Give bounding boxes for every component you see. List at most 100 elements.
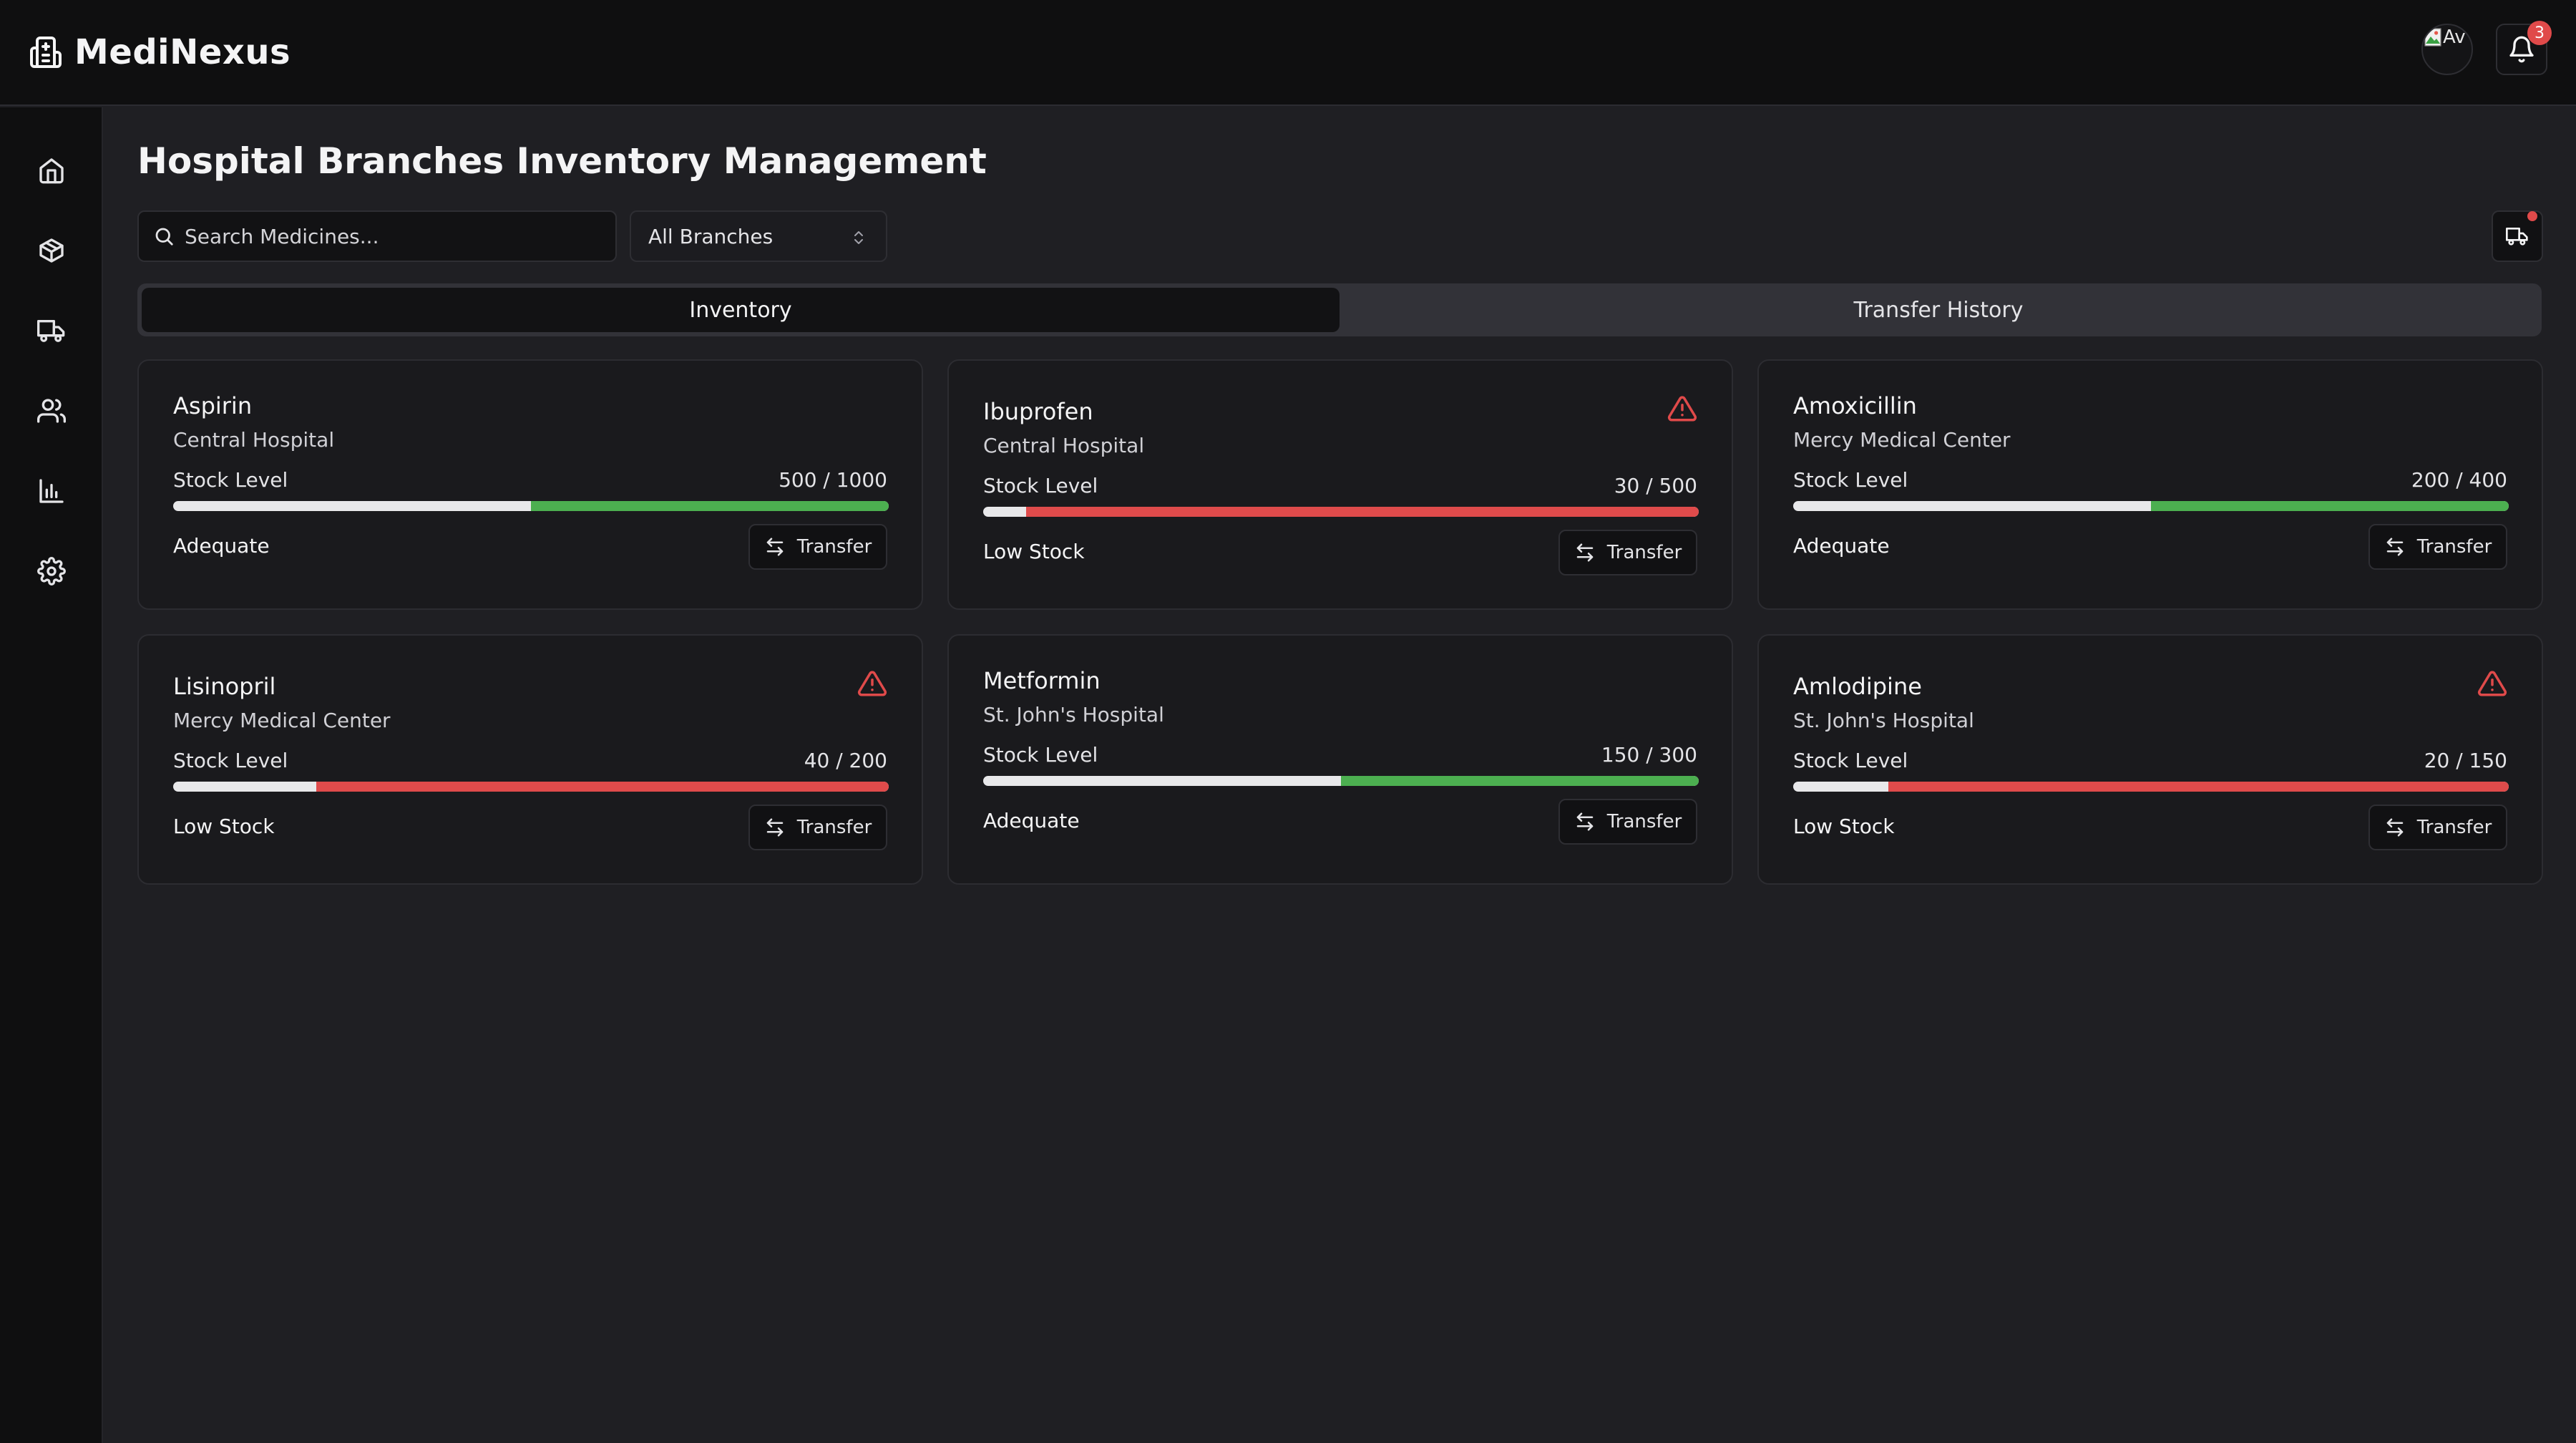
- search-box[interactable]: [137, 210, 617, 262]
- truck-icon: [37, 320, 65, 342]
- transfer-button-label: Transfer: [1606, 542, 1682, 563]
- stock-progress-fill: [2151, 501, 2509, 511]
- stock-level-label: Stock Level: [1793, 749, 1908, 772]
- alert-triangle-icon: [1667, 396, 1697, 422]
- avatar[interactable]: Av: [2421, 24, 2473, 75]
- medicine-name: Amlodipine: [1793, 673, 1922, 700]
- transfer-button[interactable]: Transfer: [1558, 530, 1697, 575]
- stock-progress-fill: [1341, 776, 1699, 786]
- stock-level-value: 500 / 1000: [779, 468, 887, 492]
- sidebar-item-transfers[interactable]: [30, 309, 73, 352]
- stock-progress-bar: [983, 776, 1699, 786]
- broken-image-icon: [2424, 28, 2441, 47]
- alert-triangle-icon: [2477, 671, 2507, 696]
- stock-progress-bar: [1793, 782, 2509, 792]
- stock-status: Adequate: [1793, 534, 1890, 558]
- transfer-button[interactable]: Transfer: [2368, 805, 2507, 850]
- stock-level-value: 40 / 200: [804, 749, 887, 772]
- chevrons-up-down-icon: [854, 231, 863, 244]
- arrow-left-right-icon: [766, 538, 783, 556]
- notifications-button[interactable]: 3: [2496, 21, 2552, 75]
- avatar-alt-text: Av: [2443, 26, 2466, 48]
- top-bar: MediNexus Av 3: [0, 0, 2576, 106]
- stock-progress-fill: [316, 782, 889, 792]
- transfer-button[interactable]: Transfer: [1558, 799, 1697, 845]
- stock-level-value: 150 / 300: [1601, 743, 1697, 767]
- stock-progress-bar: [173, 782, 889, 792]
- arrow-left-right-icon: [1576, 543, 1593, 562]
- branch-name: Central Hospital: [173, 428, 335, 452]
- stock-progress-bar: [173, 501, 889, 511]
- brand[interactable]: MediNexus: [29, 32, 291, 72]
- sidebar-item-users[interactable]: [30, 389, 73, 432]
- branch-name: Mercy Medical Center: [173, 709, 391, 732]
- branch-name: Mercy Medical Center: [1793, 428, 2011, 452]
- truck-icon: [2506, 228, 2528, 246]
- transfer-button-label: Transfer: [2416, 817, 2492, 838]
- arrow-left-right-icon: [1576, 812, 1593, 831]
- stock-level-label: Stock Level: [173, 468, 288, 492]
- arrow-left-right-icon: [766, 818, 783, 837]
- stock-status: Low Stock: [1793, 815, 1895, 838]
- branch-name: St. John's Hospital: [1793, 709, 1974, 732]
- stock-level-value: 30 / 500: [1614, 474, 1697, 497]
- transfer-button-label: Transfer: [796, 536, 872, 558]
- package-icon: [39, 238, 64, 263]
- stock-status: Adequate: [173, 534, 270, 558]
- page-title: Hospital Branches Inventory Management: [137, 140, 987, 182]
- medicine-card: Amoxicillin Mercy Medical Center Stock L…: [1757, 359, 2543, 610]
- medicine-card: Ibuprofen Central Hospital Stock Level 3…: [947, 359, 1733, 610]
- sidebar-item-reports[interactable]: [30, 470, 73, 512]
- transfer-button-label: Transfer: [2416, 536, 2492, 558]
- tab-list: Inventory Transfer History: [137, 283, 2542, 336]
- settings-icon: [37, 557, 66, 586]
- medicine-name: Metformin: [983, 667, 1101, 694]
- branch-select[interactable]: All Branches: [630, 210, 887, 262]
- medicine-name: Ibuprofen: [983, 398, 1093, 425]
- tab-inventory[interactable]: Inventory: [142, 288, 1340, 332]
- stock-level-label: Stock Level: [983, 743, 1098, 767]
- stock-progress-bar: [1793, 501, 2509, 511]
- search-icon: [155, 228, 173, 246]
- sidebar: [0, 107, 103, 1443]
- transfer-requests-button[interactable]: [2492, 210, 2543, 262]
- stock-progress-fill: [531, 501, 889, 511]
- medicine-card: Amlodipine St. John's Hospital Stock Lev…: [1757, 634, 2543, 885]
- arrow-left-right-icon: [2386, 538, 2403, 556]
- sidebar-item-inventory[interactable]: [30, 229, 73, 272]
- medicine-card: Lisinopril Mercy Medical Center Stock Le…: [137, 634, 923, 885]
- stock-level-label: Stock Level: [1793, 468, 1908, 492]
- medicine-name: Amoxicillin: [1793, 392, 1917, 419]
- medicine-name: Aspirin: [173, 392, 253, 419]
- tab-transfer-history[interactable]: Transfer History: [1340, 288, 2537, 332]
- sidebar-item-settings[interactable]: [30, 550, 73, 593]
- transfer-button-label: Transfer: [1606, 811, 1682, 832]
- users-icon: [37, 399, 66, 423]
- branch-name: Central Hospital: [983, 434, 1145, 457]
- medicine-card: Aspirin Central Hospital Stock Level 500…: [137, 359, 923, 610]
- stock-status: Low Stock: [173, 815, 275, 838]
- stock-progress-bar: [983, 507, 1699, 517]
- stock-progress-fill: [1026, 507, 1699, 517]
- transfer-button[interactable]: Transfer: [2368, 524, 2507, 570]
- indicator-dot: [2527, 211, 2537, 221]
- bar-chart-icon: [39, 479, 64, 503]
- branch-name: St. John's Hospital: [983, 703, 1164, 727]
- medicine-name: Lisinopril: [173, 673, 276, 700]
- stock-level-label: Stock Level: [983, 474, 1098, 497]
- notification-badge: 3: [2527, 21, 2552, 45]
- stock-level-value: 200 / 400: [2411, 468, 2507, 492]
- medicine-card: Metformin St. John's Hospital Stock Leve…: [947, 634, 1733, 885]
- branch-select-value: All Branches: [648, 224, 774, 248]
- sidebar-item-home[interactable]: [30, 149, 73, 192]
- stock-progress-fill: [1888, 782, 2509, 792]
- home-icon: [39, 158, 64, 184]
- transfer-button-label: Transfer: [796, 817, 872, 838]
- arrow-left-right-icon: [2386, 818, 2403, 837]
- stock-level-label: Stock Level: [173, 749, 288, 772]
- search-input[interactable]: [185, 224, 585, 248]
- app-name: MediNexus: [74, 32, 291, 72]
- stock-status: Low Stock: [983, 540, 1085, 563]
- transfer-button[interactable]: Transfer: [748, 805, 887, 850]
- transfer-button[interactable]: Transfer: [748, 524, 887, 570]
